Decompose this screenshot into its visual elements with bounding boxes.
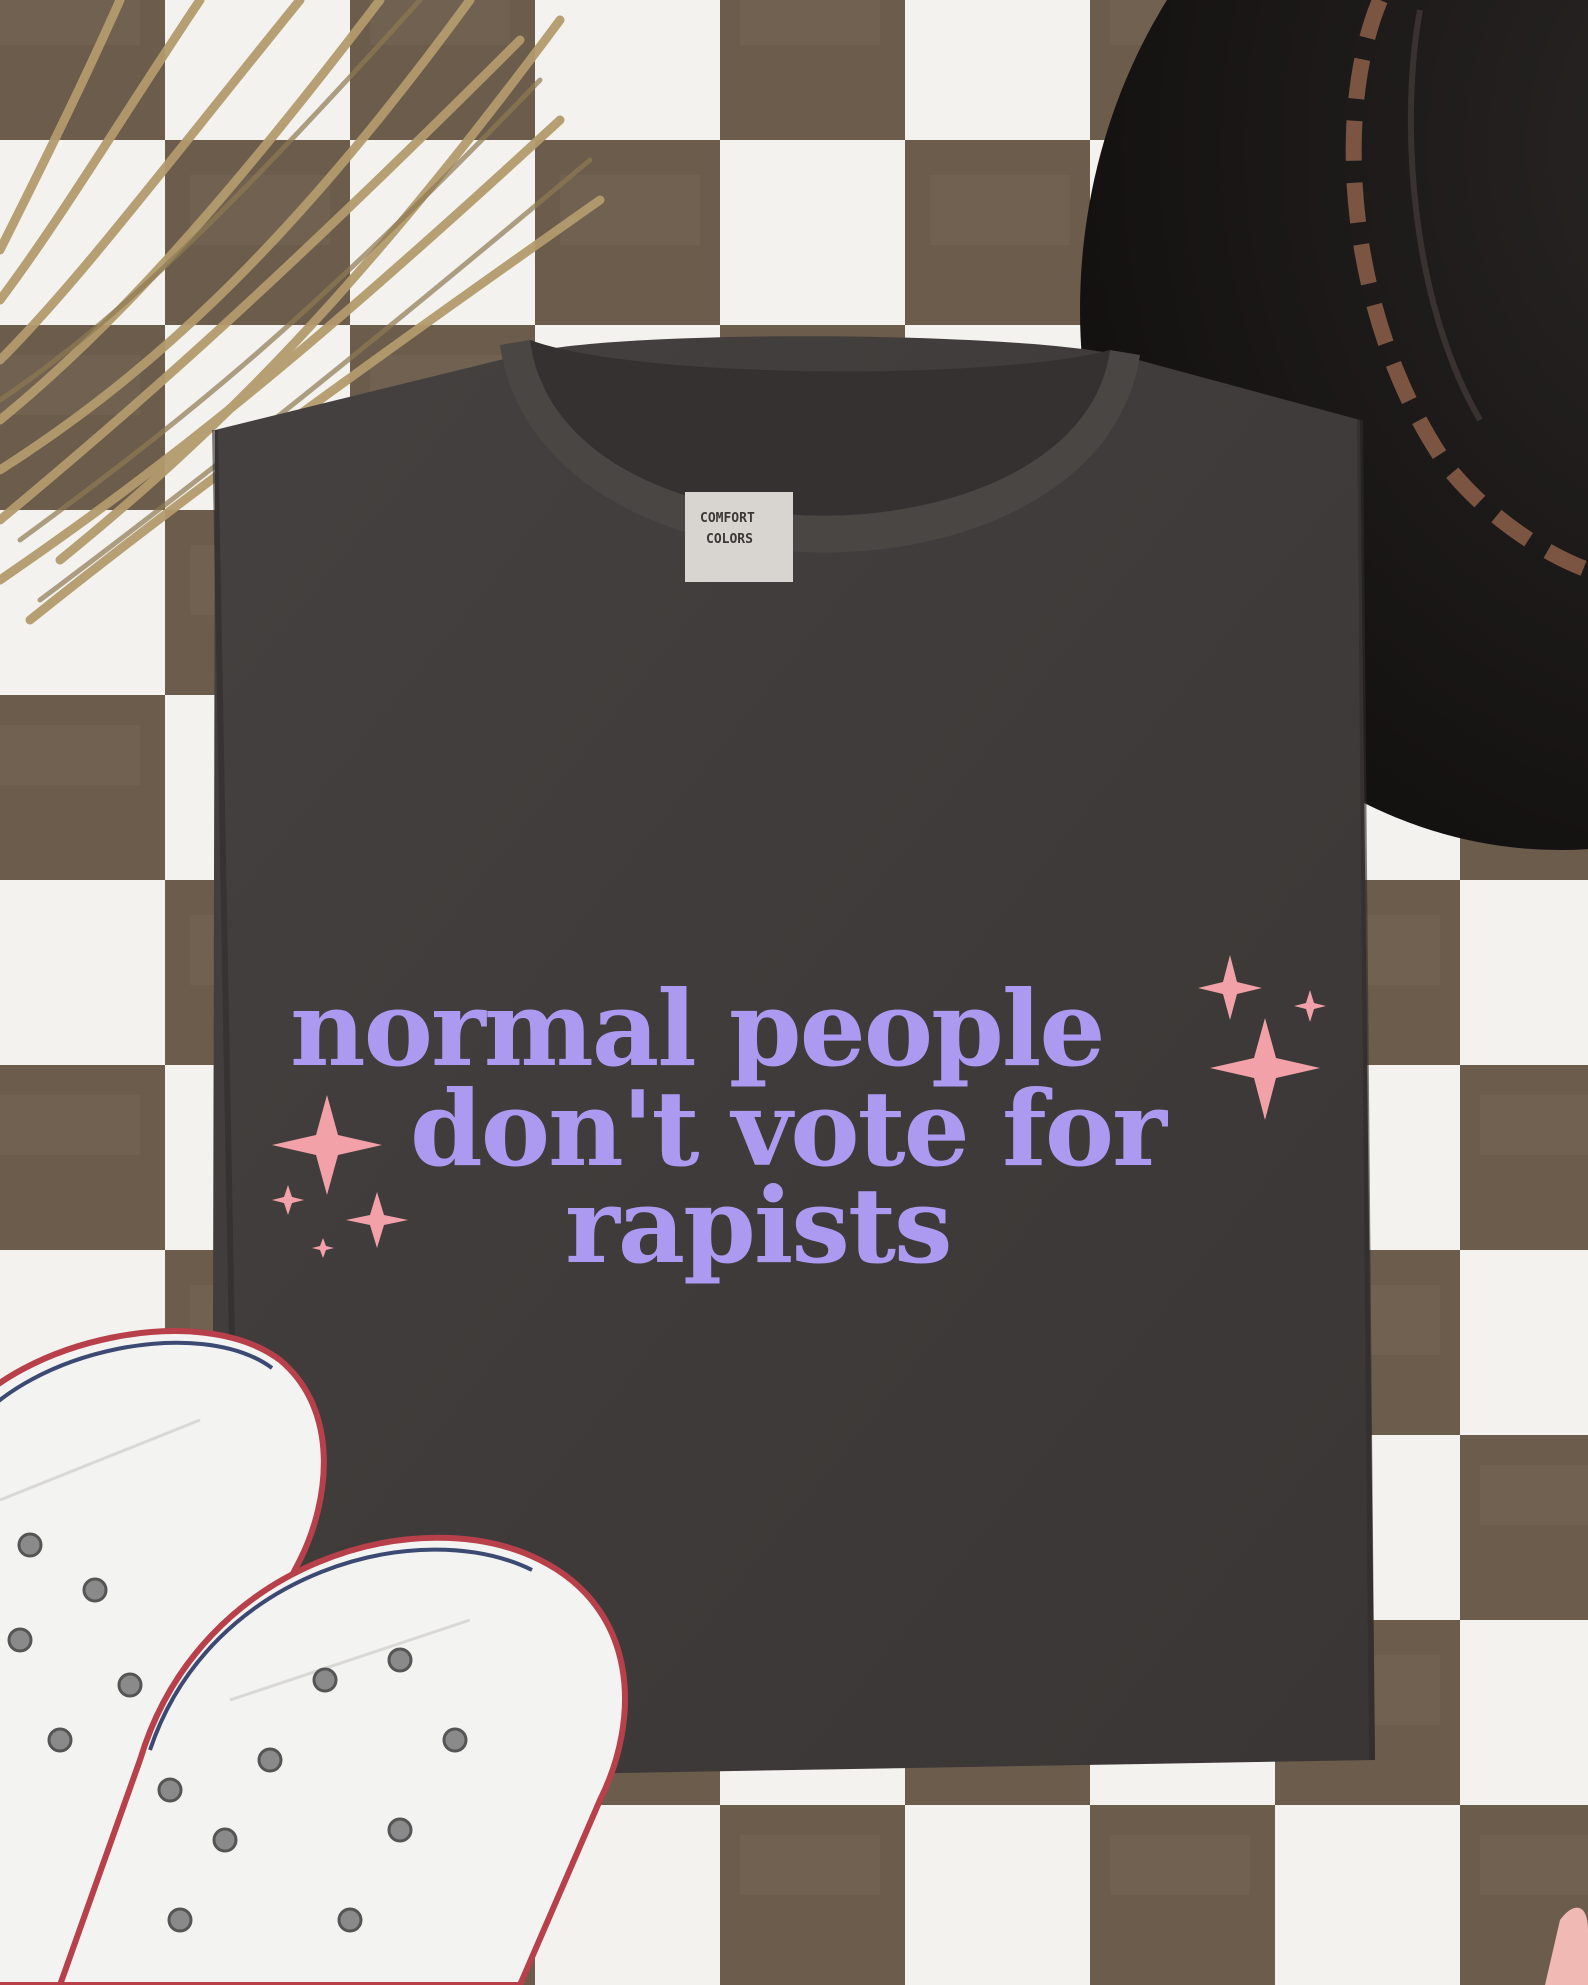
neck-label-brand-line-2: COLORS (706, 532, 753, 547)
neck-label: COMFORT COLORS (685, 492, 793, 582)
print-line-3: rapists (565, 1164, 951, 1287)
product-photo-canvas: COMFORT COLORS normal people don't vote … (0, 0, 1588, 1985)
neck-label-brand-line-1: COMFORT (700, 511, 755, 526)
product-photo: COMFORT COLORS normal people don't vote … (0, 0, 1588, 1985)
